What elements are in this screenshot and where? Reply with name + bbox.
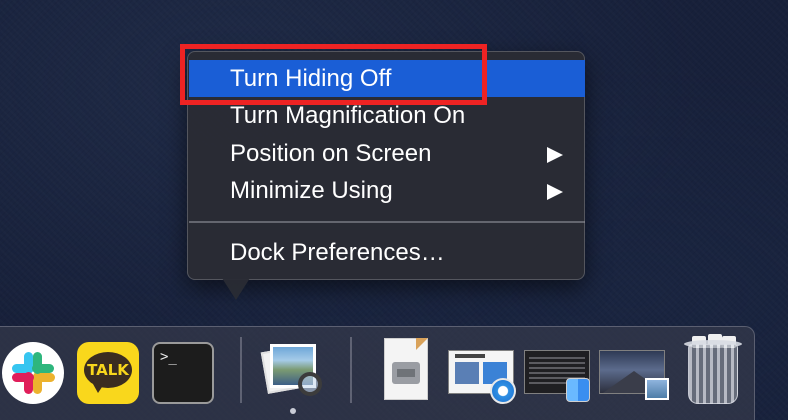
running-indicator [290,408,296,414]
safari-compass-icon [490,378,516,404]
highlight-annotation-box [180,44,487,105]
terminal-prompt: >_ [160,349,177,365]
terminal-icon[interactable]: >_ [152,342,214,404]
menu-item-position-on-screen[interactable]: Position on Screen [189,135,585,172]
menu-item-label: Minimize Using [230,177,393,204]
finder-face-icon [566,378,590,402]
submenu-arrow-icon [547,147,563,163]
slack-icon[interactable] [2,342,64,404]
kakaotalk-label: TALK [84,352,132,388]
dock-separator [350,337,352,403]
menu-item-label: Turn Magnification On [230,102,466,129]
menu-separator [189,221,585,223]
menu-item-label: Dock Preferences… [230,239,445,266]
disk-image-document-icon[interactable] [380,338,442,400]
trash-icon[interactable] [684,334,746,404]
menu-item-label: Position on Screen [230,140,432,167]
preview-badge-icon [645,378,669,400]
menu-item-minimize-using[interactable]: Minimize Using [189,172,585,209]
menu-pointer-tail [222,278,250,300]
preview-icon[interactable] [260,342,324,404]
submenu-arrow-icon [547,184,563,200]
dock-separator [240,337,242,403]
kakaotalk-icon[interactable]: TALK [77,342,139,404]
menu-item-dock-preferences[interactable]: Dock Preferences… [189,234,585,271]
